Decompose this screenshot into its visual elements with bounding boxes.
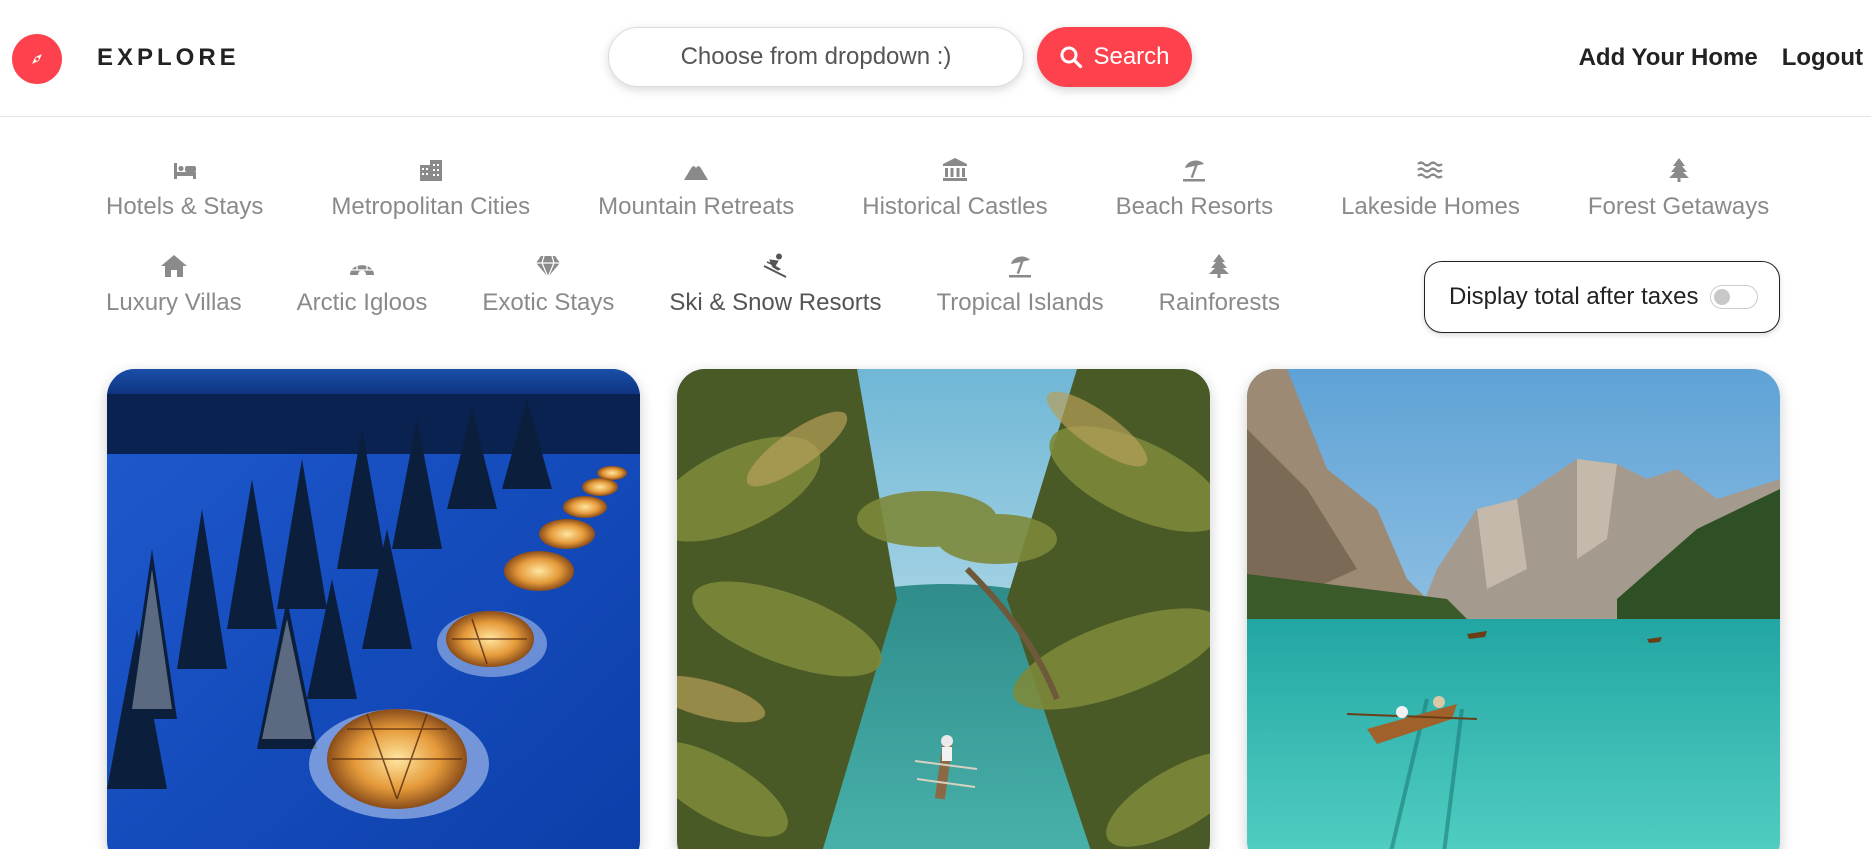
tax-toggle-switch[interactable] (1710, 285, 1759, 309)
filter-historical-castles[interactable]: Historical Castles (862, 155, 1048, 221)
filter-ski-snow-resorts[interactable]: Ski & Snow Resorts (669, 251, 881, 317)
tax-toggle-label: Display total after taxes (1449, 283, 1699, 310)
filter-lakeside-homes[interactable]: Lakeside Homes (1341, 155, 1520, 221)
umbrella-beach-icon (1179, 155, 1209, 185)
filter-rainforests[interactable]: Rainforests (1159, 251, 1280, 317)
compass-icon[interactable] (12, 34, 62, 84)
filter-tropical-islands[interactable]: Tropical Islands (936, 251, 1104, 317)
skiing-icon (760, 251, 790, 281)
listing-image (677, 369, 1210, 849)
gem-icon (533, 251, 563, 281)
filter-row-2: Luxury Villas Arctic Igloos Exotic Stays… (106, 251, 1280, 317)
landmark-icon (940, 155, 970, 185)
city-icon (416, 155, 446, 185)
navbar: EXPLORE Search Add Your Home Logout (0, 0, 1871, 117)
search-icon (1060, 46, 1083, 69)
logout-link[interactable]: Logout (1782, 44, 1863, 72)
search-input[interactable] (608, 27, 1024, 87)
search-bar: Search (608, 27, 1192, 87)
filter-forest-getaways[interactable]: Forest Getaways (1588, 155, 1769, 221)
tree-icon (1204, 251, 1234, 281)
nav-links: Add Your Home Logout (1579, 44, 1863, 72)
filter-metropolitan-cities[interactable]: Metropolitan Cities (331, 155, 530, 221)
listing-card-mountain-lake[interactable] (1247, 369, 1780, 849)
water-icon (1415, 155, 1445, 185)
add-your-home-link[interactable]: Add Your Home (1579, 44, 1758, 72)
listing-card-tropical-river[interactable] (677, 369, 1210, 849)
filter-arctic-igloos[interactable]: Arctic Igloos (297, 251, 427, 317)
filter-hotels-stays[interactable]: Hotels & Stays (106, 155, 263, 221)
filter-luxury-villas[interactable]: Luxury Villas (106, 251, 242, 317)
switch-knob (1714, 289, 1731, 305)
tree-icon (1664, 155, 1694, 185)
listing-image (1247, 369, 1780, 849)
igloo-icon (347, 251, 377, 281)
filter-beach-resorts[interactable]: Beach Resorts (1116, 155, 1273, 221)
mountain-icon (681, 155, 711, 185)
brand-name[interactable]: EXPLORE (97, 44, 240, 72)
home-icon (159, 251, 189, 281)
listing-card-igloos[interactable] (107, 369, 640, 849)
search-button[interactable]: Search (1037, 27, 1192, 87)
search-button-label: Search (1093, 43, 1170, 70)
filter-mountain-retreats[interactable]: Mountain Retreats (598, 155, 794, 221)
bed-icon (170, 155, 200, 185)
listing-image (107, 369, 640, 849)
umbrella-beach-icon (1005, 251, 1035, 281)
tax-toggle-box: Display total after taxes (1424, 261, 1780, 333)
filter-exotic-stays[interactable]: Exotic Stays (482, 251, 614, 317)
filter-row-1: Hotels & Stays Metropolitan Cities Mount… (106, 155, 1769, 221)
